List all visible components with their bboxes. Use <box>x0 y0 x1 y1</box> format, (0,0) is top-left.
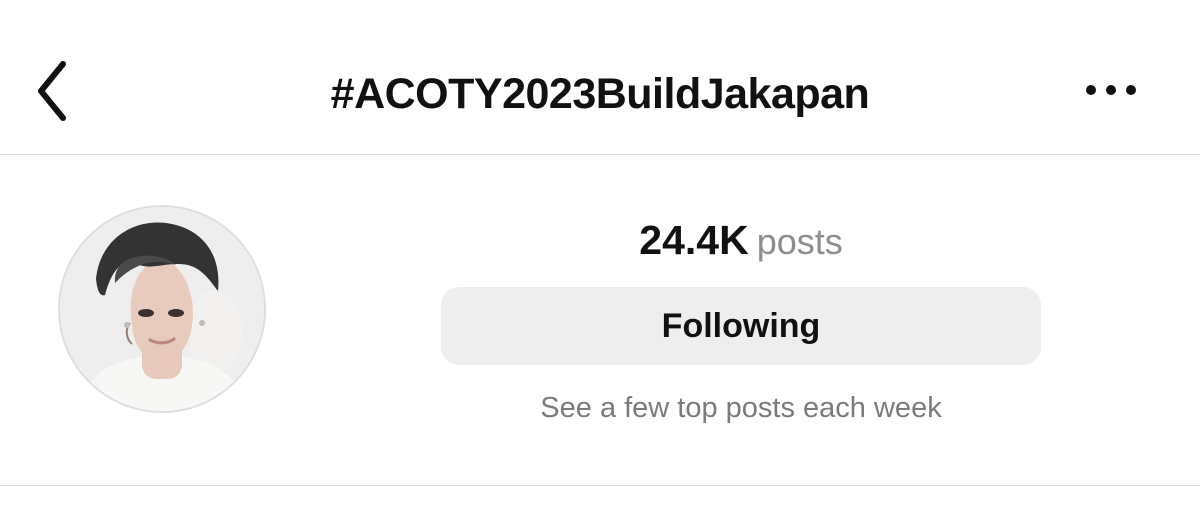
more-options-button[interactable] <box>1080 72 1142 112</box>
back-button[interactable] <box>28 60 78 127</box>
posts-count: 24.4K <box>639 217 749 263</box>
profile-avatar[interactable] <box>58 205 266 413</box>
chevron-left-icon <box>33 60 73 127</box>
posts-label: posts <box>756 221 843 262</box>
following-button[interactable]: Following <box>441 287 1041 365</box>
section-divider <box>0 485 1200 486</box>
posts-summary: 24.4K posts <box>441 215 1041 275</box>
page-title: #ACOTY2023BuildJakapan <box>330 70 870 118</box>
follow-helper-text: See a few top posts each week <box>540 392 942 424</box>
page-header: #ACOTY2023BuildJakapan <box>0 0 1200 155</box>
ellipsis-icon <box>1083 82 1139 103</box>
avatar-image <box>60 207 264 411</box>
hashtag-page: #ACOTY2023BuildJakapan 24.4K posts Follo… <box>0 0 1200 509</box>
